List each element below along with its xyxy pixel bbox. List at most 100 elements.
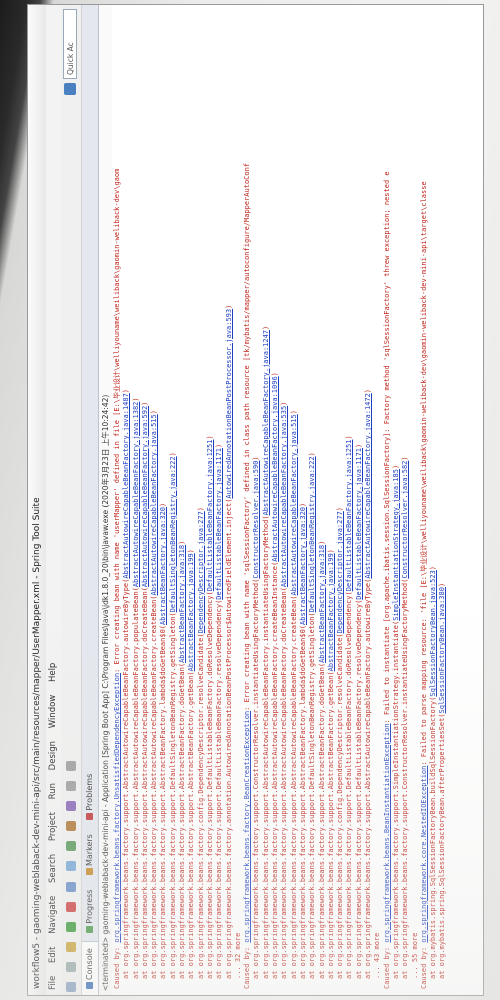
stack-frame: at org.mybatis.spring.SqlSessionFactoryB…: [438, 713, 447, 979]
save-icon[interactable]: [66, 961, 76, 972]
menu-design[interactable]: Design: [48, 741, 58, 770]
stop-icon[interactable]: [66, 901, 76, 912]
source-link[interactable]: AbstractBeanFactory.java:199: [187, 553, 195, 671]
source-link[interactable]: AbstractAutowireCapableBeanFactory.java:…: [132, 402, 140, 587]
stack-frame-tail: ): [187, 549, 196, 554]
stack-frame-tail: ): [326, 549, 335, 554]
stack-frame: at org.springframework.beans.factory.sup…: [215, 599, 224, 979]
stack-frame: at org.springframework.beans.factory.sup…: [289, 595, 298, 979]
stack-frame: at org.springframework.beans.factory.sup…: [354, 599, 363, 979]
stack-frame: at org.springframework.beans.factory.sup…: [131, 587, 140, 979]
exception-link[interactable]: org.springframework.beans.factory.BeanCr…: [243, 711, 251, 943]
console-line: at org.springframework.beans.factory.sup…: [178, 5, 187, 989]
tab-progress[interactable]: Progress: [82, 884, 98, 939]
menu-run[interactable]: Run: [48, 783, 58, 799]
source-link[interactable]: DefaultListableBeanFactory.java:1251: [345, 440, 353, 592]
console-output[interactable]: Caused by: org.springframework.beans.fac…: [113, 5, 483, 995]
source-link[interactable]: DefaultListableBeanFactory.java:1171: [215, 448, 223, 600]
console-line: ... 43 more: [373, 5, 382, 989]
menu-file[interactable]: File: [48, 976, 58, 990]
source-link[interactable]: AbstractAutowireCapableBeanFactory.java:…: [364, 393, 372, 578]
tab-console[interactable]: Console: [82, 941, 98, 995]
source-link[interactable]: AbstractAutowireCapableBeanFactory.java:…: [141, 406, 149, 587]
stack-frame-tail: ): [317, 540, 326, 545]
stack-frame-tail: ): [252, 456, 261, 461]
back-icon[interactable]: [66, 781, 76, 792]
menu-edit[interactable]: Edit: [48, 947, 58, 963]
menu-navigate[interactable]: Navigate: [48, 896, 58, 934]
run-icon[interactable]: [66, 921, 76, 932]
stack-frame: at org.springframework.beans.factory.con…: [336, 633, 345, 979]
stack-frame: at org.springframework.beans.factory.ann…: [224, 498, 233, 979]
source-link[interactable]: ConstructorResolver.java:582: [401, 461, 409, 579]
console-line: at org.springframework.beans.factory.sup…: [271, 5, 280, 989]
stack-frame-tail: ): [215, 443, 224, 448]
source-link[interactable]: AbstractAutowireCapableBeanFactory.java:…: [280, 406, 288, 587]
stack-frame-tail: ): [196, 506, 205, 512]
forward-icon[interactable]: [66, 760, 76, 771]
stack-frame: at org.springframework.beans.factory.sup…: [150, 595, 159, 979]
tab-label: Markers: [85, 834, 94, 866]
stack-frame: at org.springframework.beans.factory.sup…: [168, 612, 177, 979]
menu-project[interactable]: Project: [48, 812, 58, 841]
console-line: at org.springframework.beans.factory.sup…: [141, 5, 150, 989]
stack-frame: at org.springframework.beans.factory.sup…: [326, 671, 335, 979]
source-link[interactable]: AbstractBeanFactory.java:199: [327, 553, 335, 671]
exception-link[interactable]: org.springframework.beans.BeanInstantiat…: [383, 723, 391, 942]
console-line: at org.mybatis.spring.SqlSessionFactoryB…: [438, 5, 447, 989]
source-link[interactable]: SqlSessionFactoryBean.java:523: [429, 570, 437, 696]
stack-frame: at org.springframework.beans.factory.sup…: [271, 561, 280, 979]
stack-frame-tail: ): [345, 435, 354, 440]
source-link[interactable]: AbstractAutowireCapableBeanFactory.java:…: [122, 393, 130, 578]
source-link[interactable]: DependencyDescriptor.java:277: [197, 511, 205, 633]
source-link[interactable]: AbstractBeanFactory.java:320: [299, 507, 307, 625]
menu-window[interactable]: Window: [48, 695, 58, 729]
tab-markers[interactable]: Markers: [82, 828, 98, 881]
search-icon[interactable]: [66, 861, 76, 872]
stack-frame: at org.springframework.beans.factory.sup…: [261, 515, 270, 979]
console-line: at org.springframework.beans.factory.con…: [197, 5, 206, 989]
package-icon[interactable]: [66, 821, 76, 832]
console-line: at org.springframework.beans.factory.sup…: [169, 5, 178, 989]
source-link[interactable]: SimpleInstantiationStrategy.java:185: [392, 469, 400, 621]
source-link[interactable]: SqlSessionFactoryBean.java:380: [438, 587, 446, 713]
source-link[interactable]: AbstractAutowireCapableBeanFactory.java:…: [271, 376, 279, 561]
exception-link[interactable]: org.springframework.beans.factory.Unsati…: [113, 673, 121, 943]
source-link[interactable]: DefaultListableBeanFactory.java:1251: [206, 440, 214, 592]
exception-link[interactable]: org.springframework.core.NestedIOExcepti…: [420, 766, 428, 943]
console-line: at org.springframework.beans.factory.sup…: [132, 5, 141, 989]
source-link[interactable]: DependencyDescriptor.java:277: [336, 511, 344, 633]
source-link[interactable]: AbstractAutowireCapableBeanFactory.java:…: [290, 414, 298, 595]
source-link[interactable]: DefaultSingletonBeanRegistry.java:222: [169, 456, 177, 612]
caused-by-prefix: Caused by:: [113, 942, 121, 989]
source-link[interactable]: DefaultListableBeanFactory.java:1171: [355, 448, 363, 600]
new-icon[interactable]: [66, 982, 76, 992]
source-link[interactable]: ConstructorResolver.java:590: [252, 461, 260, 579]
source-link[interactable]: AbstractBeanFactory.java:318: [318, 545, 326, 663]
source-link[interactable]: AbstractAutowireCapableBeanFactory.java:…: [150, 414, 158, 595]
folder-icon[interactable]: [66, 941, 76, 952]
stack-frame: at org.springframework.beans.factory.sup…: [159, 624, 168, 979]
console-line: at org.springframework.beans.factory.sup…: [280, 5, 289, 989]
source-link[interactable]: AutowiredAnnotationBeanPostProcessor.jav…: [225, 309, 233, 499]
console-line: at org.springframework.beans.factory.sup…: [392, 5, 401, 989]
perspective-icon[interactable]: [64, 83, 76, 95]
tab-problems[interactable]: Problems: [82, 768, 98, 826]
console-line: at org.mybatis.spring.SqlSessionFactoryB…: [429, 5, 438, 989]
menu-help[interactable]: Help: [48, 663, 58, 682]
menu-search[interactable]: Search: [48, 854, 58, 883]
source-link[interactable]: AbstractAutowireCapableBeanFactory.java:…: [262, 330, 270, 515]
source-link[interactable]: AbstractBeanFactory.java:320: [159, 507, 167, 625]
console-line: at org.springframework.beans.factory.ann…: [225, 5, 234, 989]
window-title: workflow5 - gaoming-weblaback-dev-mini-a…: [28, 5, 47, 995]
quick-access-input[interactable]: Quick Ac: [63, 9, 77, 79]
tab-label: Progress: [85, 889, 94, 924]
spring-icon[interactable]: [66, 841, 76, 852]
source-link[interactable]: AbstractBeanFactory.java:318: [178, 545, 186, 663]
debug-icon[interactable]: [66, 881, 76, 892]
task-icon[interactable]: [66, 801, 76, 812]
stack-frame-tail: ): [224, 304, 233, 309]
stack-frame-tail: ): [429, 565, 438, 571]
source-link[interactable]: DefaultSingletonBeanRegistry.java:222: [308, 456, 316, 612]
exception-message: : Failed to parse mapping resource: 'fil…: [419, 181, 428, 766]
